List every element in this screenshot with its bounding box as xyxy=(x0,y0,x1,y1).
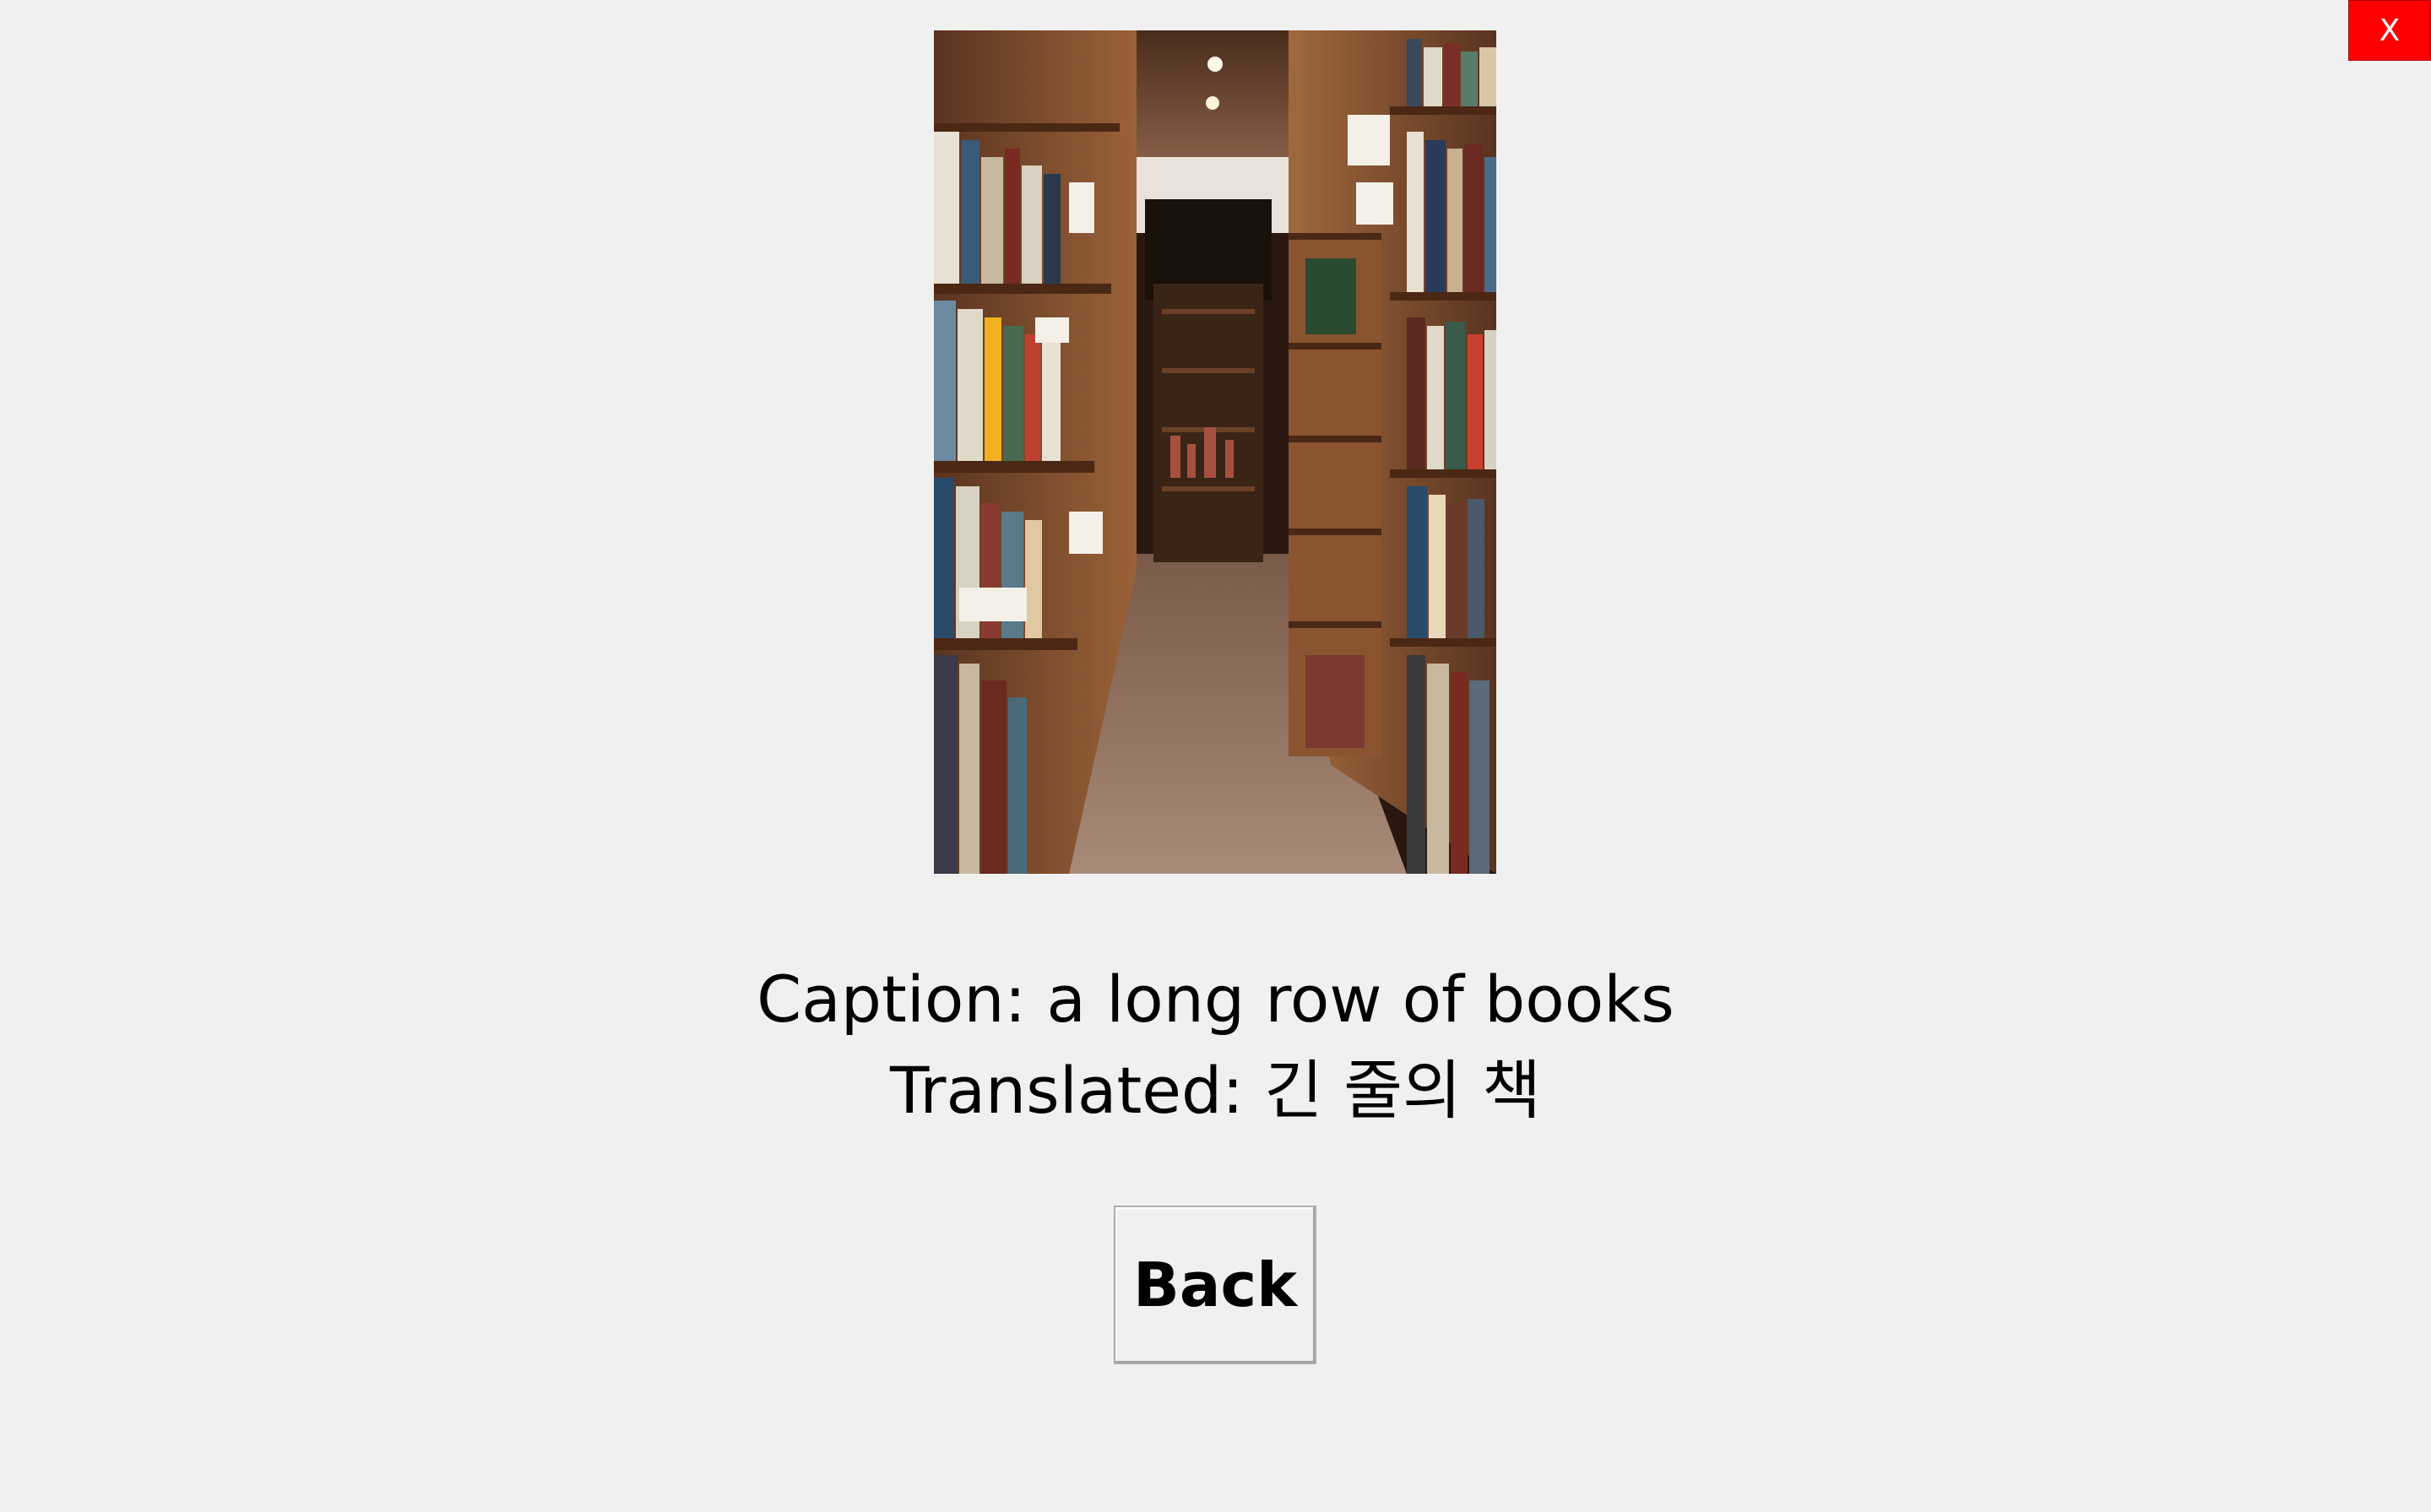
caption-prefix: Caption: xyxy=(757,962,1027,1037)
close-label: X xyxy=(2379,13,2401,48)
back-button[interactable]: Back xyxy=(1114,1206,1316,1364)
caption-text: Caption: a long row of books xyxy=(0,967,2431,1032)
app-window: X Caption: a long row of books Translate… xyxy=(0,0,2431,1512)
translated-value: 긴 줄의 책 xyxy=(1264,1053,1542,1128)
translated-text: Translated: 긴 줄의 책 xyxy=(0,1059,2431,1123)
translated-prefix: Translated: xyxy=(889,1053,1244,1128)
library-photo xyxy=(934,30,1496,874)
caption-value: a long row of books xyxy=(1046,962,1674,1037)
back-label: Back xyxy=(1132,1249,1298,1320)
close-button[interactable]: X xyxy=(2348,0,2431,61)
